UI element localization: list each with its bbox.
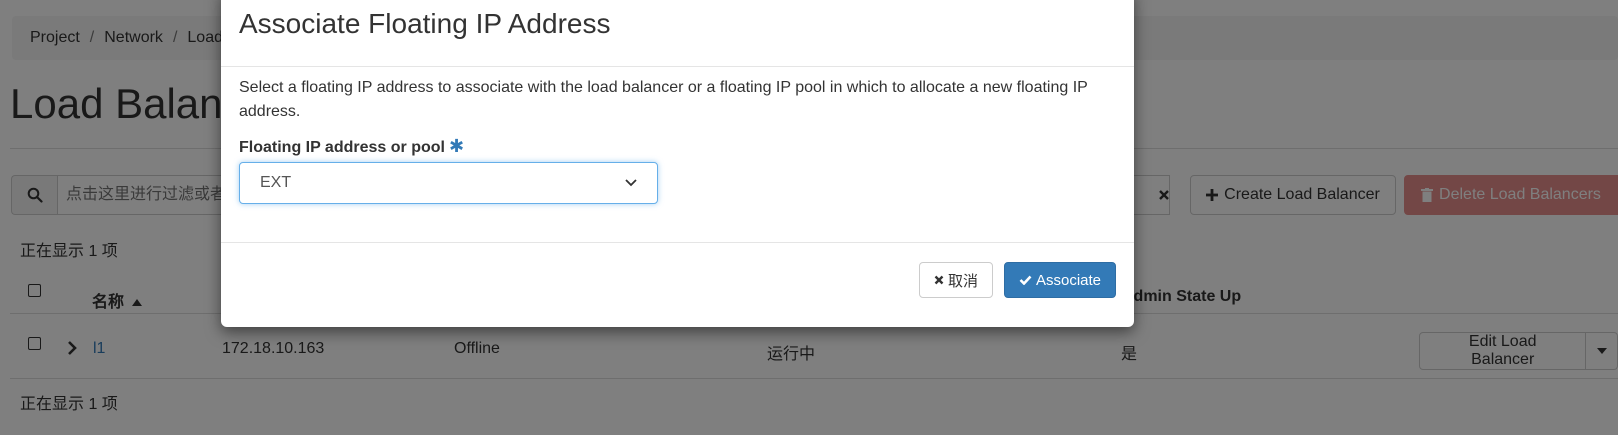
modal-title: Associate Floating IP Address xyxy=(239,8,611,39)
modal-description: Select a floating IP address to associat… xyxy=(239,79,1088,120)
field-label-text: Floating IP address or pool xyxy=(239,139,445,156)
check-icon xyxy=(1019,275,1032,285)
required-asterisk-icon: ✱ xyxy=(448,136,465,156)
cancel-button[interactable]: 取消 xyxy=(919,262,993,298)
floating-ip-field-label: Floating IP address or pool ✱ xyxy=(239,136,464,157)
associate-label: Associate xyxy=(1035,271,1102,289)
divider xyxy=(221,242,1134,243)
chevron-down-icon xyxy=(625,179,637,187)
selected-value: EXT xyxy=(260,174,292,191)
floating-ip-pool-select[interactable]: EXT xyxy=(239,162,658,204)
cancel-label: 取消 xyxy=(947,272,978,290)
associate-floating-ip-modal: Associate Floating IP Address Select a f… xyxy=(221,0,1134,327)
close-icon xyxy=(934,275,944,285)
divider xyxy=(221,66,1134,67)
associate-button[interactable]: Associate xyxy=(1004,262,1116,298)
